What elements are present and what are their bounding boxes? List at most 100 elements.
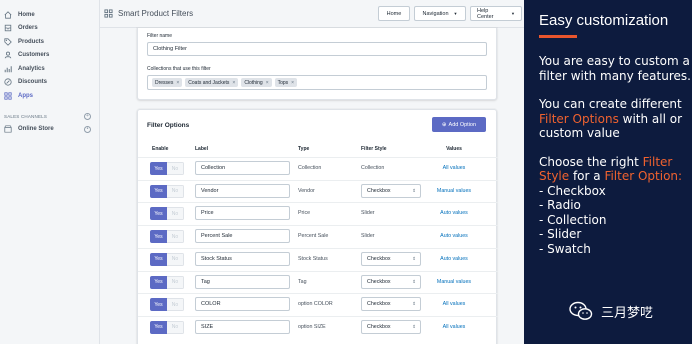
option-values-link[interactable]: Auto values — [428, 210, 480, 216]
navigation-button[interactable]: Navigation ▼ — [414, 6, 466, 21]
toggle-no[interactable]: No — [167, 320, 184, 334]
filter-style-text: Collection — [361, 165, 385, 171]
enable-toggle[interactable]: Yes No — [150, 230, 184, 244]
remove-tag-icon[interactable]: × — [266, 80, 269, 86]
add-option-button[interactable]: ⊕ Add Option — [432, 117, 486, 132]
toggle-yes[interactable]: Yes — [150, 207, 167, 221]
help-center-button[interactable]: Help Center ▼ — [470, 6, 522, 21]
enable-toggle[interactable]: Yes No — [150, 207, 184, 221]
filter-style-value: Checkbox — [367, 323, 391, 330]
filter-options-title: Filter Options — [147, 122, 190, 129]
option-values-link[interactable]: All values — [428, 324, 480, 330]
toggle-yes[interactable]: Yes — [150, 275, 167, 289]
col-enable: Enable — [152, 146, 169, 152]
option-label-input[interactable]: Stock Status — [195, 251, 290, 266]
toggle-no[interactable]: No — [167, 298, 184, 312]
sidebar-item-label: Products — [18, 38, 45, 45]
option-label-input[interactable]: Percent Sale — [195, 229, 290, 244]
option-label-input[interactable]: COLOR — [195, 297, 290, 312]
toggle-yes[interactable]: Yes — [150, 298, 167, 312]
filter-option-row: Yes No Stock Status Stock Status Checkbox ⇕ Au… — [138, 247, 498, 271]
filter-style-select[interactable]: Checkbox ⇕ — [361, 319, 421, 334]
sidebar-item-label: Home — [18, 11, 35, 18]
toggle-yes[interactable]: Yes — [150, 320, 167, 334]
option-values-link[interactable]: Auto values — [428, 256, 480, 262]
apps-icon — [4, 92, 12, 100]
collections-tag-input[interactable]: Dresses × Coats and Jackets × Clothing × To… — [147, 75, 487, 90]
option-label-input[interactable]: Collection — [195, 161, 290, 175]
sales-channels-heading: SALES CHANNELS + — [0, 111, 99, 123]
sidebar-item-discounts[interactable]: Discounts — [0, 76, 99, 90]
tag-icon — [4, 38, 12, 46]
select-arrows-icon: ⇕ — [412, 255, 416, 261]
sidebar-item-label: Analytics — [18, 65, 45, 72]
option-values-link[interactable]: All values — [428, 301, 480, 307]
eye-icon[interactable]: • — [84, 125, 91, 133]
promo-panel: Easy customization You are easy to custo… — [524, 0, 692, 344]
option-label-input[interactable]: SIZE — [195, 319, 290, 334]
enable-toggle[interactable]: Yes No — [150, 320, 184, 334]
col-type: Type — [298, 146, 310, 152]
toggle-no[interactable]: No — [167, 207, 184, 221]
remove-tag-icon[interactable]: × — [232, 80, 235, 86]
online-store-label: Online Store — [18, 126, 54, 132]
filter-style-select[interactable]: Checkbox ⇕ — [361, 183, 421, 198]
toggle-yes[interactable]: Yes — [150, 162, 167, 175]
option-label-input[interactable]: Vendor — [195, 183, 290, 198]
toggle-no[interactable]: No — [167, 230, 184, 244]
remove-tag-icon[interactable]: × — [176, 80, 179, 86]
enable-toggle[interactable]: Yes No — [150, 184, 184, 198]
option-values-link[interactable]: Manual values — [428, 279, 480, 285]
select-arrows-icon: ⇕ — [412, 301, 416, 307]
option-label-input[interactable]: Tag — [195, 274, 290, 289]
para2-highlight: Filter Options — [539, 111, 619, 126]
enable-toggle[interactable]: Yes No — [150, 298, 184, 312]
option-type: Tag — [298, 278, 307, 285]
toggle-yes[interactable]: Yes — [150, 184, 167, 198]
sidebar-item-home[interactable]: Home — [0, 8, 99, 22]
toggle-yes[interactable]: Yes — [150, 230, 167, 244]
enable-toggle[interactable]: Yes No — [150, 162, 184, 175]
sidebar-item-orders[interactable]: Orders — [0, 22, 99, 36]
option-values-link[interactable]: Auto values — [428, 233, 480, 239]
sidebar-item-analytics[interactable]: Analytics — [0, 62, 99, 76]
toggle-no[interactable]: No — [167, 275, 184, 289]
filter-style-select[interactable]: Checkbox ⇕ — [361, 297, 421, 312]
toggle-yes[interactable]: Yes — [150, 252, 167, 266]
style-list-item: - Swatch — [539, 241, 591, 256]
tag-label: Dresses — [155, 79, 174, 86]
toggle-no[interactable]: No — [167, 184, 184, 198]
filter-style-select[interactable]: Checkbox ⇕ — [361, 251, 421, 266]
home-button[interactable]: Home — [378, 6, 410, 21]
panel-title: Easy customization — [539, 12, 669, 29]
toggle-no[interactable]: No — [167, 162, 184, 175]
filter-style-text: Slider — [361, 210, 375, 217]
option-label-input[interactable]: Price — [195, 206, 290, 221]
filter-style-value: Checkbox — [367, 187, 391, 194]
sidebar-item-apps[interactable]: Apps — [0, 89, 99, 103]
option-values-link[interactable]: All values — [428, 165, 480, 171]
col-values: Values — [446, 146, 462, 152]
filter-style-value: Checkbox — [367, 301, 391, 308]
plus-icon[interactable]: + — [84, 113, 91, 120]
sidebar-item-online-store[interactable]: Online Store • — [0, 123, 99, 136]
option-values-link[interactable]: Manual values — [428, 188, 480, 194]
filter-name-input[interactable]: Clothing Filter — [147, 42, 487, 56]
sidebar-item-customers[interactable]: Customers — [0, 49, 99, 63]
collection-tag: Dresses × — [152, 78, 183, 87]
chart-icon — [4, 65, 12, 73]
tag-label: Clothing — [244, 79, 263, 86]
filter-style-select[interactable]: Checkbox ⇕ — [361, 274, 421, 289]
orders-icon — [4, 24, 12, 32]
filter-option-row: Yes No Percent Sale Percent Sale Slider Auto … — [138, 225, 498, 248]
home-icon — [4, 10, 12, 19]
panel-para-1: You are easy to custom a filter with man… — [539, 54, 691, 83]
user-icon — [4, 51, 12, 59]
toggle-no[interactable]: No — [167, 252, 184, 266]
sidebar-item-products[interactable]: Products — [0, 35, 99, 49]
enable-toggle[interactable]: Yes No — [150, 275, 184, 289]
home-button-label: Home — [386, 10, 402, 17]
sidebar-item-label: Orders — [18, 25, 38, 32]
enable-toggle[interactable]: Yes No — [150, 252, 184, 266]
remove-tag-icon[interactable]: × — [291, 80, 294, 86]
